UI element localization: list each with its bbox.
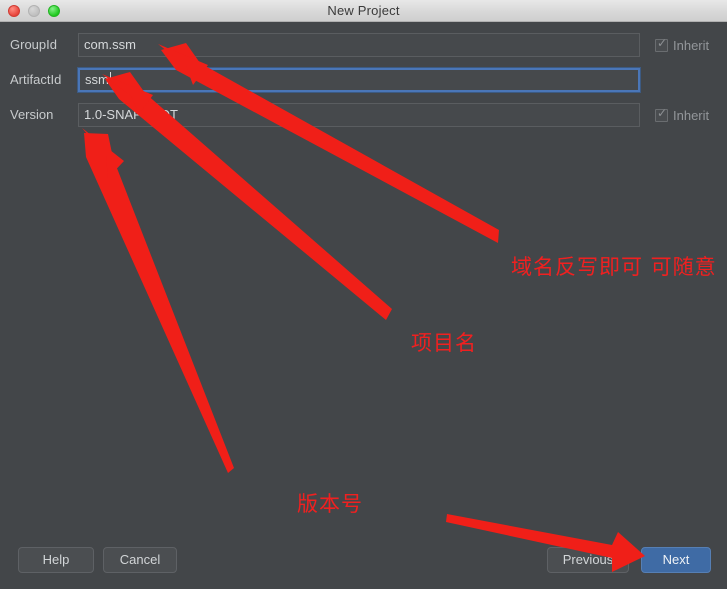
check-icon: ✓ — [657, 35, 668, 50]
groupid-inherit-label: Inherit — [673, 37, 710, 53]
form-row-groupid: GroupId com.ssm ✓ Inherit — [0, 30, 727, 60]
version-inherit-label: Inherit — [673, 107, 710, 123]
groupid-label: GroupId — [10, 37, 57, 52]
previous-button[interactable]: Previous — [547, 547, 629, 573]
window-titlebar: New Project — [0, 0, 727, 22]
form-row-artifactid: ArtifactId ssm — [0, 65, 727, 95]
text-caret — [109, 72, 111, 86]
version-inherit-checkbox[interactable]: ✓ Inherit — [655, 104, 709, 126]
version-input[interactable]: 1.0-SNAPSHOT — [78, 103, 640, 127]
cancel-button[interactable]: Cancel — [103, 547, 177, 573]
form-row-version: Version 1.0-SNAPSHOT ✓ Inherit — [0, 100, 727, 130]
annotation-artifactid: 项目名 — [411, 331, 477, 355]
checkbox-icon[interactable]: ✓ — [655, 105, 668, 122]
window-title: New Project — [327, 3, 400, 18]
check-icon: ✓ — [657, 105, 668, 120]
checkbox-icon[interactable]: ✓ — [655, 35, 668, 52]
new-project-dialog: New Project GroupId com.ssm ✓ Inherit Ar… — [0, 0, 727, 589]
groupid-inherit-checkbox[interactable]: ✓ Inherit — [655, 34, 709, 56]
version-label: Version — [10, 107, 54, 122]
help-button[interactable]: Help — [18, 547, 94, 573]
annotation-version: 版本号 — [297, 492, 363, 516]
artifactid-value: ssm — [85, 72, 109, 87]
annotation-groupid: 域名反写即可 可随意 — [511, 255, 717, 279]
artifactid-input[interactable]: ssm — [77, 67, 641, 93]
dialog-body: GroupId com.ssm ✓ Inherit ArtifactId ssm… — [0, 22, 727, 589]
next-button[interactable]: Next — [641, 547, 711, 573]
groupid-input[interactable]: com.ssm — [78, 33, 640, 57]
artifactid-label: ArtifactId — [10, 72, 62, 87]
